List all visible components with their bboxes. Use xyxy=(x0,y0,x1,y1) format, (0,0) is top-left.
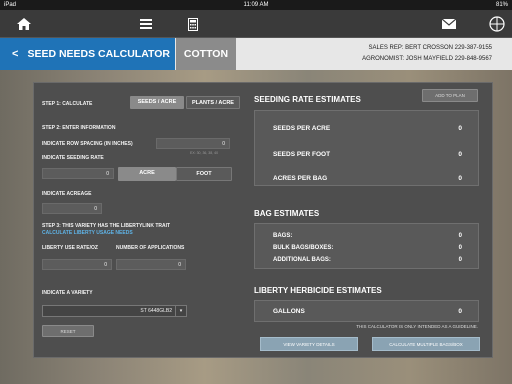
applications-label: NUMBER OF APPLICATIONS xyxy=(116,245,185,251)
seeding-rate-box: SEEDS PER ACRE 0 SEEDS PER FOOT 0 ACRES … xyxy=(254,110,479,186)
page-title: SEED NEEDS CALCULATOR xyxy=(27,48,170,60)
bayer-logo-icon[interactable] xyxy=(488,15,506,33)
gallons-value: 0 xyxy=(458,308,462,315)
menu-icon[interactable] xyxy=(137,15,155,33)
bags-label: BAGS: xyxy=(273,233,293,239)
seeding-rate-title: SEEDING RATE ESTIMATES xyxy=(254,95,361,104)
additional-bags-value: 0 xyxy=(458,257,462,263)
variety-select[interactable]: ST 6448GLB2 ▾ xyxy=(42,305,187,317)
liberty-rate-input[interactable]: 0 xyxy=(42,259,112,270)
seeds-acre-toggle[interactable]: SEEDS / ACRE xyxy=(130,96,184,109)
agronomist-text: AGRONOMIST: JOSH MAYFIELD 229-848-9567 xyxy=(362,56,492,62)
seeds-per-acre-value: 0 xyxy=(458,125,462,132)
rep-info: SALES REP: BERT CROSSON 229-387-9155 AGR… xyxy=(362,43,492,65)
reset-button[interactable]: RESET xyxy=(42,325,94,337)
home-icon[interactable] xyxy=(15,15,33,33)
back-icon[interactable]: < xyxy=(12,48,18,60)
acres-per-bag-value: 0 xyxy=(458,175,462,182)
variety-selected: ST 6448GLB2 xyxy=(140,308,172,314)
bulk-bags-label: BULK BAGS/BOXES: xyxy=(273,245,334,251)
variety-label: INDICATE A VARIETY xyxy=(42,290,93,296)
add-to-plan-button[interactable]: ADD TO PLAN xyxy=(422,89,478,102)
status-bar: iPad 11:09 AM 81% xyxy=(0,0,512,10)
liberty-rate-label: LIBERTY USE RATE/OZ xyxy=(42,245,98,251)
row-spacing-label: INDICATE ROW SPACING (IN INCHES) xyxy=(42,141,133,147)
acreage-input[interactable]: 0 xyxy=(42,203,102,214)
acre-toggle[interactable]: ACRE xyxy=(118,167,176,181)
top-nav xyxy=(0,10,512,38)
title-bar: < SEED NEEDS CALCULATOR COTTON SALES REP… xyxy=(0,38,512,70)
row-spacing-input[interactable]: 0 xyxy=(156,138,230,149)
bags-value: 0 xyxy=(458,233,462,239)
step2-label: STEP 2: ENTER INFORMATION xyxy=(42,125,116,131)
seeds-per-acre-label: SEEDS PER ACRE xyxy=(273,125,331,132)
crop-label: COTTON xyxy=(176,38,236,70)
calculator-title-tab[interactable]: < SEED NEEDS CALCULATOR xyxy=(0,38,175,70)
calculate-liberty-link[interactable]: CALCULATE LIBERTY USAGE NEEDS xyxy=(42,230,133,236)
sales-rep-text: SALES REP: BERT CROSSON 229-387-9155 xyxy=(368,45,492,51)
calculate-multiple-bags-button[interactable]: CALCULATE MULTIPLE BAGS/BOX xyxy=(372,337,480,351)
applications-input[interactable]: 0 xyxy=(116,259,186,270)
disclaimer-text: THIS CALCULATOR IS ONLY INTENDED AS A GU… xyxy=(356,324,478,329)
acreage-label: INDICATE ACREAGE xyxy=(42,191,92,197)
mail-icon[interactable] xyxy=(440,15,458,33)
carrier-label: iPad xyxy=(4,2,17,8)
seeding-rate-input[interactable]: 0 xyxy=(42,168,114,179)
seeding-rate-label: INDICATE SEEDING RATE xyxy=(42,155,104,161)
seeds-per-foot-label: SEEDS PER FOOT xyxy=(273,151,331,158)
gallons-label: GALLONS xyxy=(273,308,305,315)
acres-per-bag-label: ACRES PER BAG xyxy=(273,175,328,182)
bulk-bags-value: 0 xyxy=(458,245,462,251)
additional-bags-label: ADDITIONAL BAGS: xyxy=(273,257,331,263)
liberty-estimates-title: LIBERTY HERBICIDE ESTIMATES xyxy=(254,286,382,295)
liberty-estimates-box: GALLONS 0 xyxy=(254,300,479,322)
calculator-panel: STEP 1: CALCULATE SEEDS / ACRE PLANTS / … xyxy=(33,82,493,358)
foot-toggle[interactable]: FOOT xyxy=(176,167,232,181)
bag-estimates-title: BAG ESTIMATES xyxy=(254,209,320,218)
view-variety-details-button[interactable]: VIEW VARIETY DETAILS xyxy=(260,337,358,351)
plants-acre-toggle[interactable]: PLANTS / ACRE xyxy=(186,96,240,109)
battery-label: 81% xyxy=(495,2,508,8)
step3-label: STEP 3: THIS VARIETY HAS THE LIBERTYLINK… xyxy=(42,223,171,229)
seeds-per-foot-value: 0 xyxy=(458,151,462,158)
step1-label: STEP 1: CALCULATE xyxy=(42,101,93,107)
chevron-down-icon[interactable]: ▾ xyxy=(175,306,186,316)
clock: 11:09 AM xyxy=(243,2,269,8)
calculator-icon[interactable] xyxy=(184,15,202,33)
row-spacing-hint: EX: 30, 36, 38, 40 xyxy=(190,151,219,155)
bag-estimates-box: BAGS: 0 BULK BAGS/BOXES: 0 ADDITIONAL BA… xyxy=(254,223,479,269)
